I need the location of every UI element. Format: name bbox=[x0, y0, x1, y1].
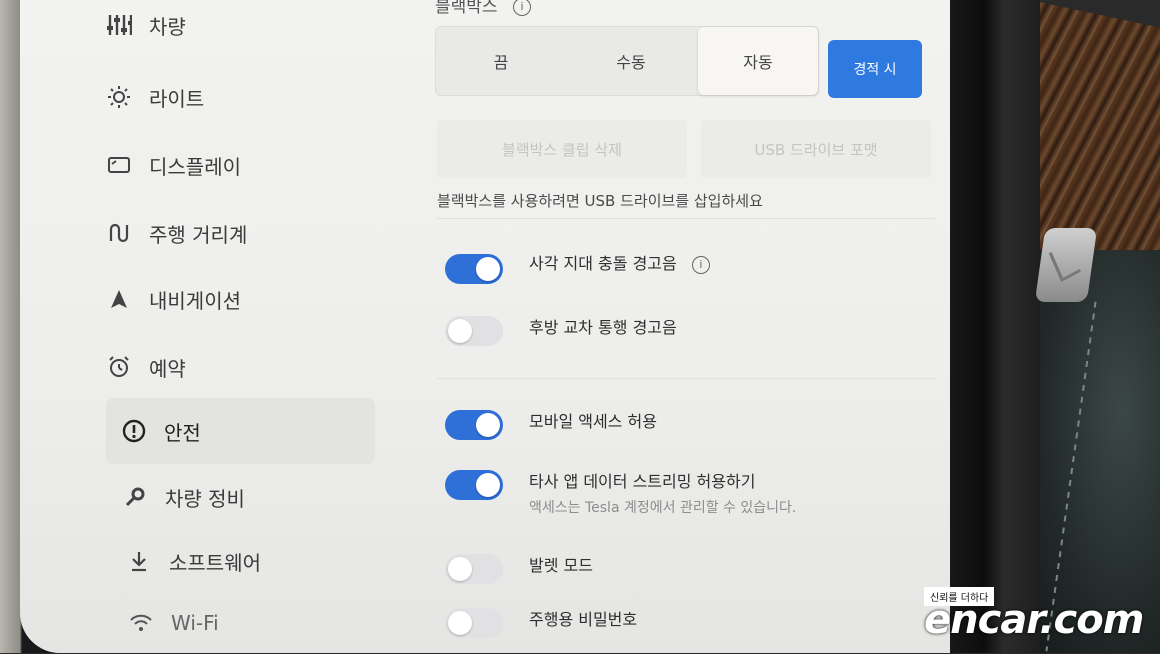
sidebar-item-schedule[interactable]: 예약 bbox=[105, 336, 375, 398]
sidebar-item-label: 차량 bbox=[149, 14, 186, 39]
dashcam-option-manual[interactable]: 수동 bbox=[566, 27, 696, 95]
sidebar-item-display[interactable]: 디스플레이 bbox=[105, 134, 375, 196]
info-icon[interactable]: i bbox=[691, 255, 710, 274]
sidebar-item-label: 라이트 bbox=[149, 86, 205, 111]
safety-settings-panel: 블랙박스 i 끔 수동 자동 경적 시 블랙박스 클립 삭제 USB 드라이브 … bbox=[415, 0, 935, 653]
valet-mode-toggle[interactable] bbox=[445, 554, 503, 584]
sidebar-item-navigation[interactable]: 내비게이션 bbox=[105, 268, 375, 330]
wrench-icon bbox=[121, 483, 149, 511]
toggle-row-valet-mode: 발렛 모드 bbox=[445, 554, 593, 584]
toggle-label: 후방 교차 통행 경고음 bbox=[529, 318, 677, 337]
wifi-icon bbox=[127, 609, 155, 637]
sidebar-item-label: 예약 bbox=[149, 356, 186, 381]
toggle-label: 모바일 액세스 허용 bbox=[529, 412, 657, 431]
toggle-knob bbox=[476, 257, 500, 281]
route-icon bbox=[105, 219, 133, 247]
sidebar-item-wifi[interactable]: Wi-Fi bbox=[105, 592, 375, 654]
dashcam-mode-selector: 끔 수동 자동 bbox=[435, 26, 819, 96]
toggle-knob bbox=[448, 319, 472, 343]
download-icon bbox=[125, 547, 153, 575]
pin-to-drive-toggle[interactable] bbox=[445, 608, 503, 638]
sidebar-item-label: Wi-Fi bbox=[171, 611, 219, 635]
sidebar-item-software[interactable]: 소프트웨어 bbox=[105, 530, 375, 592]
toggle-row-third-party-streaming: 타사 앱 데이터 스트리밍 허용하기 액세스는 Tesla 계정에서 관리할 수… bbox=[445, 470, 796, 517]
toggle-label: 타사 앱 데이터 스트리밍 허용하기 bbox=[529, 472, 756, 491]
dashcam-title: 블랙박스 bbox=[435, 0, 498, 17]
toggle-knob bbox=[476, 473, 500, 497]
toggle-knob bbox=[476, 413, 500, 437]
sliders-icon bbox=[105, 11, 133, 39]
toggle-row-mobile-access: 모바일 액세스 허용 bbox=[445, 410, 657, 440]
toggle-knob bbox=[448, 611, 472, 635]
delete-dashcam-clips-button[interactable]: 블랙박스 클립 삭제 bbox=[437, 120, 687, 178]
toggle-label: 주행용 비밀번호 bbox=[529, 610, 638, 629]
rear-cross-traffic-chime-toggle[interactable] bbox=[445, 316, 503, 346]
toggle-row-blind-spot-chime: 사각 지대 충돌 경고음 i bbox=[445, 254, 710, 284]
toggle-label: 발렛 모드 bbox=[529, 556, 593, 575]
mobile-access-toggle[interactable] bbox=[445, 410, 503, 440]
blind-spot-chime-toggle[interactable] bbox=[445, 254, 503, 284]
dashcam-option-on-honk[interactable]: 경적 시 bbox=[828, 40, 922, 98]
sidebar-item-vehicle[interactable]: 차량 bbox=[105, 0, 375, 56]
toggle-row-pin-to-drive: 주행용 비밀번호 bbox=[445, 608, 637, 638]
display-icon bbox=[105, 151, 133, 179]
dashcam-heading: 블랙박스 i bbox=[435, 0, 531, 17]
sun-icon bbox=[105, 83, 133, 111]
touchscreen: 차량 라이트 디스플레이 주행 거리계 내비게이션 예약 안전 차량 정비 소프… bbox=[20, 0, 950, 653]
toggle-knob bbox=[448, 557, 472, 581]
screen-bezel-right bbox=[944, 0, 1040, 653]
info-icon[interactable]: i bbox=[512, 0, 531, 16]
sidebar-item-label: 소프트웨어 bbox=[169, 550, 261, 575]
watermark-logo: encar.com bbox=[924, 597, 1144, 643]
sidebar-item-trips[interactable]: 주행 거리계 bbox=[105, 202, 375, 264]
divider bbox=[437, 378, 935, 379]
third-party-streaming-toggle[interactable] bbox=[445, 470, 503, 500]
door-release-button bbox=[1034, 228, 1098, 302]
alert-circle-icon bbox=[120, 417, 148, 445]
sidebar-item-service[interactable]: 차량 정비 bbox=[105, 466, 375, 528]
sidebar-item-label: 차량 정비 bbox=[165, 486, 245, 511]
sidebar-item-safety[interactable]: 안전 bbox=[106, 398, 375, 464]
navigation-arrow-icon bbox=[105, 285, 133, 313]
toggle-label: 사각 지대 충돌 경고음 bbox=[529, 254, 677, 273]
dashcam-option-off[interactable]: 끔 bbox=[436, 27, 566, 95]
divider bbox=[437, 218, 935, 219]
sidebar-item-lights[interactable]: 라이트 bbox=[105, 66, 375, 128]
dashcam-option-auto[interactable]: 자동 bbox=[698, 27, 818, 95]
alarm-clock-icon bbox=[105, 353, 133, 381]
settings-sidebar: 차량 라이트 디스플레이 주행 거리계 내비게이션 예약 안전 차량 정비 소프… bbox=[20, 0, 400, 653]
sidebar-item-label: 내비게이션 bbox=[149, 288, 241, 313]
sidebar-item-label: 디스플레이 bbox=[149, 154, 241, 179]
sidebar-item-label: 안전 bbox=[164, 420, 201, 445]
sidebar-item-label: 주행 거리계 bbox=[149, 222, 248, 247]
format-usb-drive-button[interactable]: USB 드라이브 포맷 bbox=[701, 120, 931, 178]
dashcam-usb-note: 블랙박스를 사용하려면 USB 드라이브를 삽입하세요 bbox=[437, 192, 763, 210]
encar-watermark: 신뢰를 더하다 encar.com bbox=[924, 587, 1160, 653]
toggle-row-rear-cross-traffic-chime: 후방 교차 통행 경고음 bbox=[445, 316, 677, 346]
toggle-sublabel: 액세스는 Tesla 계정에서 관리할 수 있습니다. bbox=[529, 500, 797, 516]
